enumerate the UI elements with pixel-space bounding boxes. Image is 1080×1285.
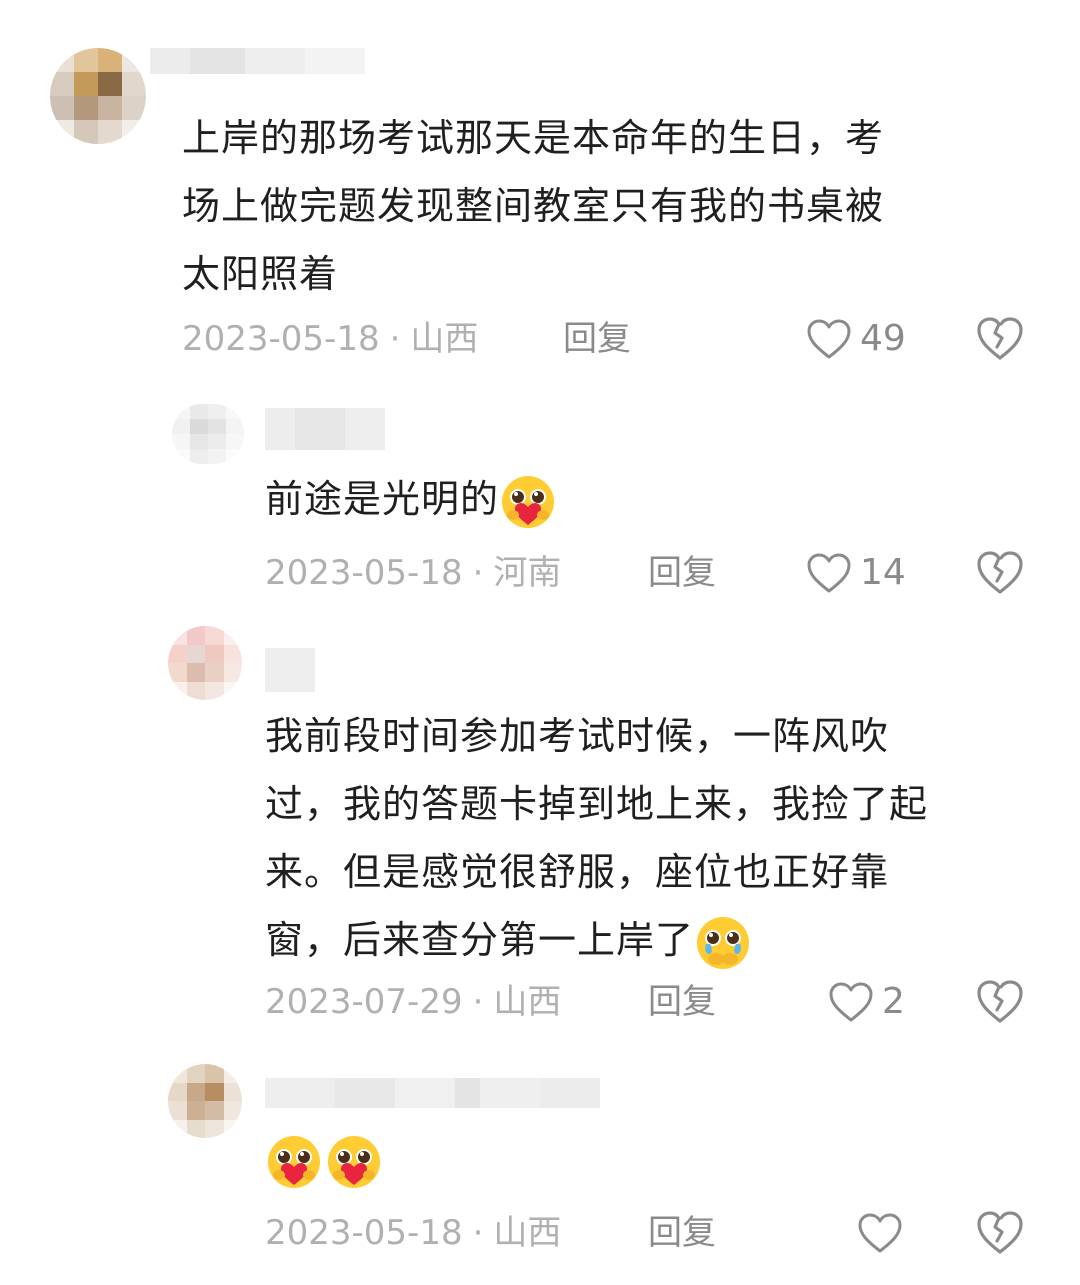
broken-heart-icon [977, 980, 1023, 1023]
comment-text: 我前段时间参加考试时候，一阵风吹 过，我的答题卡掉到地上来，我捡了起 来。但是感… [265, 702, 928, 974]
pleading-heart-emoji-icon [502, 475, 555, 528]
heart-icon [807, 553, 851, 593]
like-button[interactable] [857, 1208, 903, 1258]
emoji-row [265, 1133, 383, 1191]
avatar[interactable] [50, 48, 146, 144]
comment-date: 2023-07-29 [265, 982, 463, 1022]
separator-dot: · [472, 1213, 484, 1253]
comment-text-line: 来。但是感觉很舒服，座位也正好靠 [265, 850, 890, 894]
heart-icon [807, 319, 851, 359]
username[interactable] [265, 408, 385, 450]
comment-location: 河南 [493, 553, 562, 593]
dislike-button[interactable] [975, 1208, 1025, 1258]
broken-heart-icon [977, 1211, 1023, 1254]
comment-date: 2023-05-18 [265, 553, 463, 593]
comment-location: 山西 [410, 319, 479, 359]
dislike-button[interactable] [975, 314, 1025, 364]
avatar[interactable] [168, 626, 242, 700]
comment-location: 山西 [493, 982, 562, 1022]
comment-text-content: 前途是光明的 [265, 477, 500, 521]
like-count: 2 [882, 981, 905, 1022]
broken-heart-icon [977, 317, 1023, 360]
comment-text: 上岸的那场考试那天是本命年的生日，考 场上做完题发现整间教室只有我的书桌被 太阳… [182, 104, 884, 308]
broken-heart-icon [977, 551, 1023, 594]
comment-text: 前途是光明的 [265, 465, 557, 533]
like-count: 14 [860, 552, 906, 593]
comment-text-line: 场上做完题发现整间教室只有我的书桌被 [182, 184, 885, 228]
dislike-button[interactable] [975, 548, 1025, 598]
separator-dot: · [389, 319, 401, 359]
username[interactable] [265, 648, 315, 692]
reply-button[interactable]: 回复 [648, 977, 716, 1027]
holding-back-tears-emoji-icon [697, 916, 750, 969]
username[interactable] [265, 1078, 600, 1108]
comment-meta: 2023-07-29 · 山西 [265, 977, 561, 1027]
comment-date: 2023-05-18 [265, 1213, 463, 1253]
separator-dot: · [472, 982, 484, 1022]
pleading-heart-emoji-icon [268, 1136, 320, 1188]
reply-button[interactable]: 回复 [648, 1208, 716, 1258]
separator-dot: · [472, 553, 484, 593]
reply-button[interactable]: 回复 [563, 314, 631, 364]
comment-location: 山西 [493, 1213, 562, 1253]
like-button[interactable]: 49 [806, 314, 906, 364]
comment-text-line: 过，我的答题卡掉到地上来，我捡了起 [265, 782, 929, 826]
heart-icon [858, 1213, 902, 1253]
comment-date: 2023-05-18 [182, 319, 380, 359]
comment-text-line: 前途是光明的 [265, 465, 557, 533]
reply-button[interactable]: 回复 [648, 548, 716, 598]
comment-text-line: 上岸的那场考试那天是本命年的生日，考 [182, 116, 885, 160]
avatar[interactable] [168, 1064, 242, 1138]
comment-meta: 2023-05-18 · 山西 [182, 314, 478, 364]
comment-text-line: 太阳照着 [182, 252, 339, 296]
username[interactable] [150, 48, 365, 74]
like-button[interactable]: 2 [828, 977, 905, 1027]
heart-icon [829, 982, 873, 1022]
comment-text-content: 窗，后来查分第一上岸了 [265, 918, 695, 962]
comment-meta: 2023-05-18 · 山西 [265, 1208, 561, 1258]
comment-text-line: 窗，后来查分第一上岸了 [265, 906, 928, 974]
like-count: 49 [860, 318, 906, 359]
comment-text-line: 我前段时间参加考试时候，一阵风吹 [265, 714, 890, 758]
dislike-button[interactable] [975, 977, 1025, 1027]
like-button[interactable]: 14 [806, 548, 906, 598]
avatar[interactable] [172, 404, 244, 464]
pleading-heart-emoji-icon [328, 1136, 380, 1188]
comment-meta: 2023-05-18 · 河南 [265, 548, 561, 598]
